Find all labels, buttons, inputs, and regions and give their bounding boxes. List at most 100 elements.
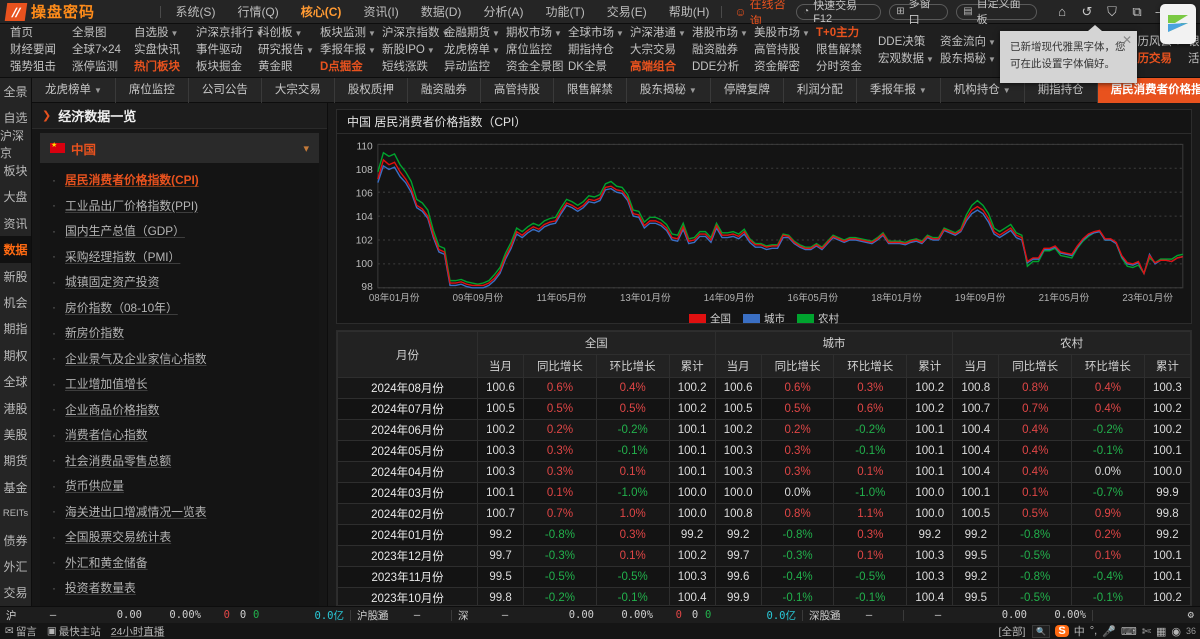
nav-link-9-0[interactable]: 全球市场▼ [568,25,622,42]
table-row[interactable]: 2024年06月份100.20.2%-0.2%100.1100.20.2%-0.… [338,420,1191,441]
tray-count[interactable]: 36 [1186,626,1196,636]
nav-link-2-0[interactable]: 自选股▼ [134,25,188,42]
indicator-item-0[interactable]: ·居民消费者价格指数(CPI) [40,167,319,193]
indicator-item-7[interactable]: ·企业景气及企业家信心指数 [40,346,319,372]
menu-item-3[interactable]: 资讯(I) [363,3,398,20]
nav-link-6-1[interactable]: 新股IPO▼ [382,42,436,59]
nav-link-15-1[interactable]: 股东揭秘▼ [940,51,994,68]
pill-clock-icon[interactable]: ◔快速交易F12 [796,4,881,20]
nav-link-4-2[interactable]: 黄金眼 [258,59,312,76]
ime-apps-icon[interactable]: ▦ [1156,625,1166,638]
menu-item-8[interactable]: 帮助(H) [669,3,710,20]
ime-voice-icon[interactable]: 🎤 [1102,625,1116,638]
indicator-item-6[interactable]: ·新房价指数 [40,320,319,346]
tab-7[interactable]: 限售解禁 [554,78,627,103]
ime-punct-icon[interactable]: °, [1090,625,1097,637]
rail-item-3[interactable]: 板块 [0,157,31,183]
indicator-item-13[interactable]: ·海关进出口增减情况一览表 [40,499,319,525]
legend-item-1[interactable]: 城市 [743,311,785,326]
indicator-item-4[interactable]: ·城镇固定资产投资 [40,269,319,295]
tab-1[interactable]: 席位监控 [116,78,189,103]
ime-more-icon[interactable]: ◉ [1171,625,1181,638]
nav-link-6-2[interactable]: 短线涨跌 [382,59,436,76]
table-row[interactable]: 2024年05月份100.30.3%-0.1%100.1100.30.3%-0.… [338,441,1191,462]
pill-windows-icon[interactable]: ⊞多窗口 [889,4,948,20]
nav-link-10-1[interactable]: 大宗交易 [630,42,684,59]
chart-canvas[interactable]: 9810010210410610811008年01月份09年09月份11年05月… [337,134,1191,311]
ime-tool-icon[interactable]: ✄ [1142,625,1151,638]
nav-link-8-1[interactable]: 席位监控 [506,42,560,59]
nav-link-5-1[interactable]: 季报年报▼ [320,42,374,59]
nav-link-0-2[interactable]: 强势狙击 [10,59,64,76]
nav-link-5-0[interactable]: 板块监测▼ [320,25,374,42]
cpi-data-table-wrap[interactable]: 月份全国城市农村当月同比增长环比增长累计当月同比增长环比增长累计当月同比增长环比… [336,330,1192,606]
tab-6[interactable]: 高管持股 [481,78,554,103]
tab-0[interactable]: 龙虎榜单▼ [32,78,116,103]
menu-item-2[interactable]: 核心(C) [301,3,342,20]
nav-link-7-1[interactable]: 龙虎榜单▼ [444,42,498,59]
rail-item-2[interactable]: 沪深京 [0,131,31,157]
indicator-item-9[interactable]: ·企业商品价格指数 [40,397,319,423]
indicator-item-15[interactable]: ·外汇和黄金储备 [40,550,319,576]
nav-link-11-0[interactable]: 港股市场▼ [692,25,746,42]
nav-link-13-0[interactable]: T+0主力 [816,25,870,42]
nav-link-13-2[interactable]: 分时资金 [816,59,870,76]
indicator-item-1[interactable]: ·工业品出厂价格指数(PPI) [40,193,319,219]
nav-link-10-0[interactable]: 沪深港通▼ [630,25,684,42]
nav-link-9-2[interactable]: DK全景 [568,59,622,76]
home-icon[interactable]: ⌂ [1055,5,1069,18]
indicator-item-3[interactable]: ·采购经理指数（PMI） [40,244,319,270]
tab-10[interactable]: 利润分配 [784,78,857,103]
rail-item-11[interactable]: 全球 [0,368,31,394]
pill-panel-icon[interactable]: ▤自定义面板 [956,4,1037,20]
nav-link-7-0[interactable]: 金融期货▼ [444,25,498,42]
menu-item-0[interactable]: 系统(S) [175,3,215,20]
nav-link-6-0[interactable]: 沪深京指数▼ [382,25,436,42]
rail-item-10[interactable]: 期权 [0,342,31,368]
table-row[interactable]: 2024年04月份100.30.3%0.1%100.1100.30.3%0.1%… [338,462,1191,483]
rail-item-4[interactable]: 大盘 [0,184,31,210]
menu-item-5[interactable]: 分析(A) [483,3,523,20]
nav-link-10-2[interactable]: 高端组合 [630,59,684,76]
rail-item-6[interactable]: 数据 [0,236,31,262]
table-row[interactable]: 2024年07月份100.50.5%0.5%100.2100.50.5%0.6%… [338,399,1191,420]
rail-item-16[interactable]: REITs [0,501,31,527]
nav-link-12-1[interactable]: 高管持股 [754,42,808,59]
taskbar-item-2[interactable]: 24小时直播 [106,624,170,639]
refresh-icon[interactable]: ↺ [1080,5,1094,18]
nav-link-3-2[interactable]: 板块掘金 [196,59,250,76]
nav-link-8-2[interactable]: 资金全景图 [506,59,560,76]
nav-link-12-0[interactable]: 美股市场▼ [754,25,808,42]
rail-item-18[interactable]: 外汇 [0,553,31,579]
chevron-down-icon[interactable]: ▾ [303,142,309,155]
nav-link-2-1[interactable]: 实盘快讯 [134,42,188,59]
nav-link-11-2[interactable]: DDE分析 [692,59,746,76]
tab-2[interactable]: 公司公告 [189,78,262,103]
ime-keyboard-icon[interactable]: ⌨ [1121,625,1137,638]
nav-link-19-1[interactable]: 活期宝 [1188,51,1200,68]
nav-link-4-1[interactable]: 研究报告▼ [258,42,312,59]
nav-link-7-2[interactable]: 异动监控 [444,59,498,76]
nav-link-2-2[interactable]: 热门板块 [134,59,188,76]
rail-item-12[interactable]: 港股 [0,395,31,421]
nav-link-0-1[interactable]: 财经要闻 [10,42,64,59]
nav-link-13-1[interactable]: 限售解禁 [816,42,870,59]
legend-item-0[interactable]: 全国 [689,311,731,326]
indicator-item-14[interactable]: ·全国股票交易统计表 [40,524,319,550]
nav-link-14-0[interactable]: DDE决策 [878,34,932,51]
table-row[interactable]: 2023年11月份99.5-0.5%-0.5%100.399.6-0.4%-0.… [338,567,1191,588]
nav-link-0-0[interactable]: 首页 [10,25,64,42]
table-row[interactable]: 2024年03月份100.10.1%-1.0%100.0100.00.0%-1.… [338,483,1191,504]
tab-8[interactable]: 股东揭秘▼ [627,78,711,103]
ime-search-box[interactable]: 🔍 [1032,625,1050,638]
nav-link-3-0[interactable]: 沪深京排行▼ [196,25,250,42]
rail-item-8[interactable]: 机会 [0,289,31,315]
nav-link-8-0[interactable]: 期权市场▼ [506,25,560,42]
table-row[interactable]: 2023年10月份99.8-0.2%-0.1%100.499.9-0.1%-0.… [338,588,1191,607]
tab-3[interactable]: 大宗交易 [262,78,335,103]
rail-item-14[interactable]: 期货 [0,448,31,474]
indicator-item-11[interactable]: ·社会消费品零售总额 [40,448,319,474]
nav-link-4-0[interactable]: 科创板▼ [258,25,312,42]
nav-link-5-2[interactable]: D点掘金 [320,59,374,76]
nav-link-14-1[interactable]: 宏观数据▼ [878,51,932,68]
